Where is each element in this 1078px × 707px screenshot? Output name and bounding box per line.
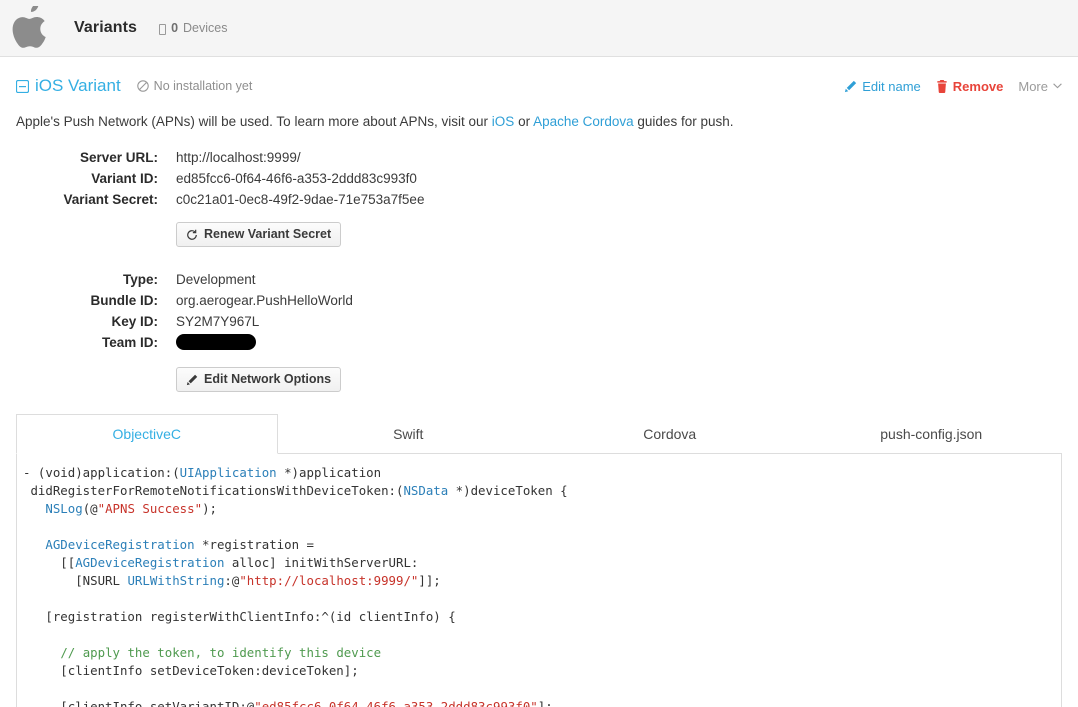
tab-objectivec[interactable]: ObjectiveC: [16, 414, 278, 455]
ios-guide-link[interactable]: iOS: [492, 114, 515, 129]
tab-push-config-json[interactable]: push-config.json: [801, 414, 1063, 454]
edit-network-options-label: Edit Network Options: [204, 372, 332, 387]
page-title: Variants: [74, 19, 138, 36]
intro-text-part1: Apple's Push Network (APNs) will be used…: [16, 114, 492, 129]
key-id-label: Key ID:: [111, 314, 158, 330]
code-snippet-panel: - (void)application:(UIApplication *)app…: [16, 454, 1062, 707]
refresh-icon: [187, 229, 197, 240]
apache-cordova-guide-link[interactable]: Apache Cordova: [533, 114, 634, 129]
variant-header-row: iOS Variant No installation yet Edit nam…: [0, 57, 1078, 96]
ban-circle-icon: [136, 80, 149, 92]
detail-row-team-id: Team ID:: [0, 332, 1078, 353]
intro-paragraph: Apple's Push Network (APNs) will be used…: [0, 96, 1078, 132]
variant-name-link[interactable]: iOS Variant: [35, 76, 121, 96]
type-value: Development: [176, 272, 256, 288]
bundle-id-value: org.aerogear.PushHelloWorld: [176, 293, 353, 309]
remove-variant-label: Remove: [952, 78, 1004, 94]
intro-text-part3: guides for push.: [633, 114, 734, 129]
mobile-device-icon: [159, 23, 167, 35]
code-snippet-tabs: ObjectiveC Swift Cordova push-config.jso…: [16, 414, 1063, 455]
detail-row-bundle-id: Bundle ID: org.aerogear.PushHelloWorld: [0, 290, 1078, 311]
detail-row-variant-secret: Variant Secret: c0c21a01-0ec8-49f2-9dae-…: [0, 189, 1078, 210]
device-count-value: 0: [171, 21, 179, 35]
intro-text-part2: or: [514, 114, 534, 129]
detail-row-variant-id: Variant ID: ed85fcc6-0f64-46f6-a353-2ddd…: [0, 168, 1078, 189]
server-url-value: http://localhost:9999/: [176, 150, 301, 166]
variant-actions: Edit name Remove More: [844, 79, 1062, 94]
tab-swift[interactable]: Swift: [278, 414, 540, 454]
more-menu-button[interactable]: More: [1018, 79, 1062, 94]
renew-variant-secret-label: Renew Variant Secret: [204, 227, 332, 242]
edit-network-options-button[interactable]: Edit Network Options: [176, 367, 342, 393]
device-count-label: Devices: [183, 21, 228, 35]
trash-icon: [937, 79, 947, 93]
variant-id-label: Variant ID:: [91, 171, 158, 187]
remove-variant-button[interactable]: Remove: [936, 78, 1004, 94]
apple-logo-icon: [12, 6, 46, 48]
variant-secret-label: Variant Secret:: [63, 192, 158, 208]
team-id-label: Team ID:: [101, 335, 158, 351]
more-menu-label: More: [1018, 78, 1048, 94]
edit-network-options-row: Edit Network Options: [0, 367, 1078, 393]
installation-status: No installation yet: [136, 79, 253, 93]
code-snippet[interactable]: - (void)application:(UIApplication *)app…: [23, 464, 1055, 707]
team-id-value: [176, 332, 256, 353]
type-label: Type:: [122, 272, 158, 288]
renew-secret-row: Renew Variant Secret: [0, 222, 1078, 248]
team-id-redaction: [176, 334, 256, 351]
bundle-id-label: Bundle ID:: [90, 293, 159, 309]
key-id-value: SY2M7Y967L: [176, 314, 260, 330]
device-count: 0 Devices: [159, 21, 227, 35]
app-header: Variants 0 Devices: [0, 0, 1078, 57]
detail-row-key-id: Key ID: SY2M7Y967L: [0, 311, 1078, 332]
chevron-down-icon: [1053, 83, 1062, 89]
detail-row-server-url: Server URL: http://localhost:9999/: [0, 147, 1078, 168]
tab-cordova[interactable]: Cordova: [539, 414, 801, 454]
pencil-icon: [845, 80, 857, 92]
installation-status-text: No installation yet: [153, 79, 253, 93]
detail-row-type: Type: Development: [0, 269, 1078, 290]
code-snippet-tabs-wrapper: ObjectiveC Swift Cordova push-config.jso…: [16, 414, 1063, 455]
minus-square-icon[interactable]: [16, 79, 29, 93]
edit-name-label: Edit name: [862, 78, 921, 94]
variant-secret-value: c0c21a01-0ec8-49f2-9dae-71e753a7f5ee: [176, 192, 425, 208]
variant-id-value: ed85fcc6-0f64-46f6-a353-2ddd83c993f0: [176, 171, 417, 187]
variant-details: Server URL: http://localhost:9999/ Varia…: [0, 147, 1078, 393]
pencil-icon: [186, 374, 198, 385]
server-url-label: Server URL:: [79, 150, 158, 166]
renew-variant-secret-button[interactable]: Renew Variant Secret: [176, 222, 342, 248]
edit-name-button[interactable]: Edit name: [844, 79, 921, 94]
